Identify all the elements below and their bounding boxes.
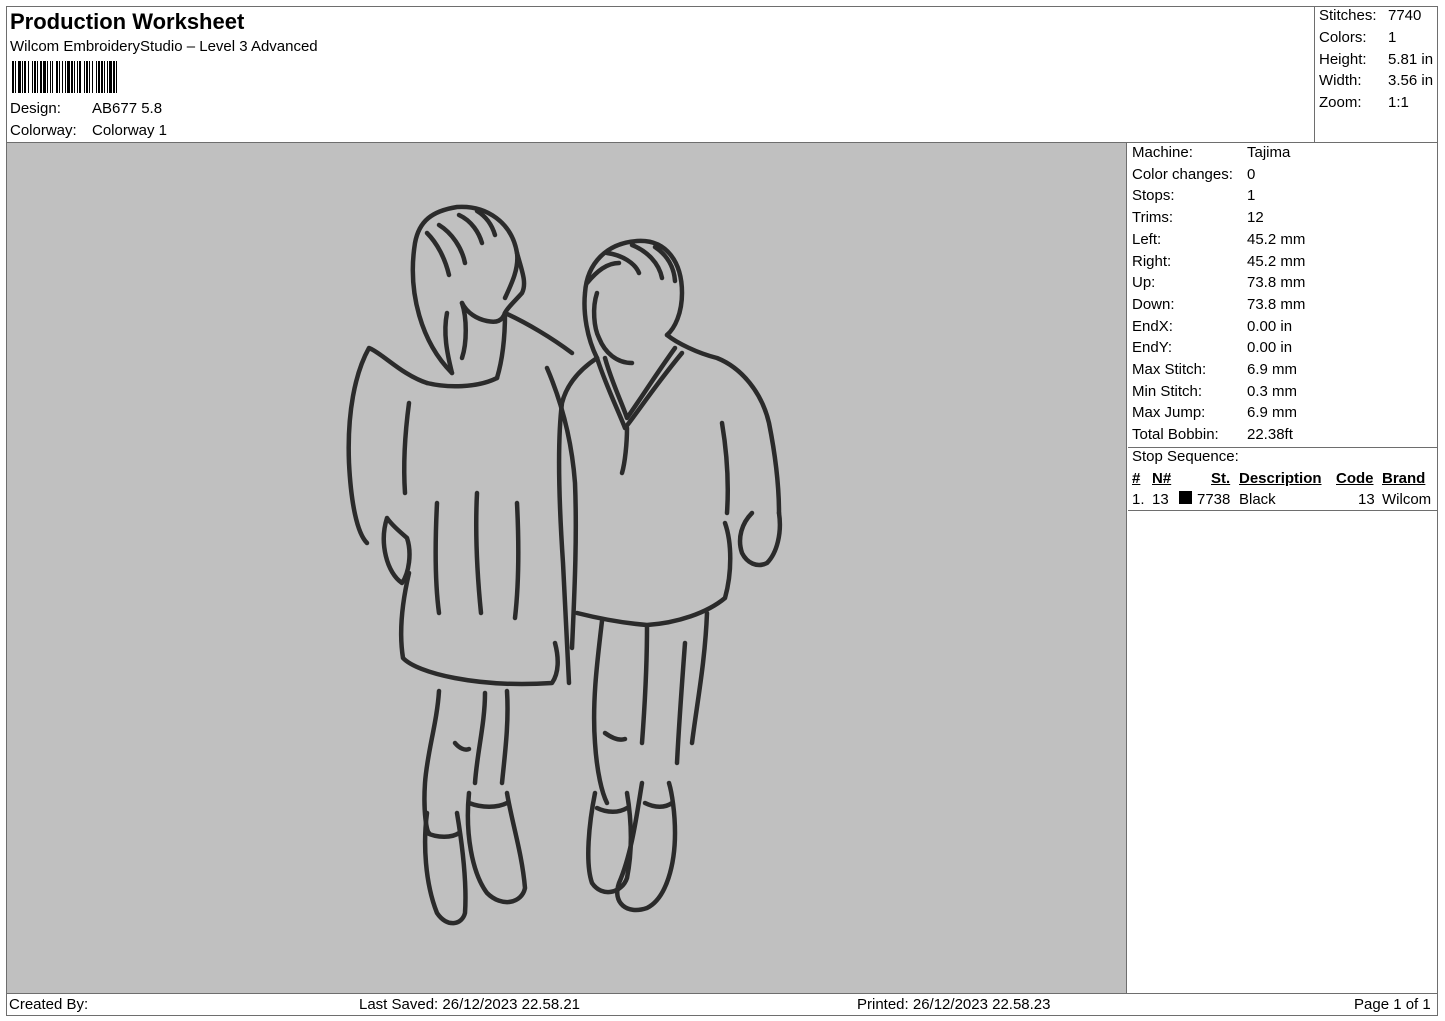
page-number: Page 1 of 1 [1354, 996, 1431, 1013]
stop-sequence-panel: Stop Sequence: # N# St. Description Code… [1128, 448, 1438, 511]
machine-info-label: Stops: [1132, 187, 1175, 205]
machine-info-row: Right: 45.2 mm [1132, 253, 1432, 273]
row-brand: Wilcom [1382, 491, 1432, 508]
height-value: 5.81 in [1388, 51, 1434, 68]
design-preview [7, 143, 1127, 993]
machine-info-value: 73.8 mm [1247, 274, 1306, 292]
col-needle-header: N# [1152, 470, 1172, 487]
zoom-row: Zoom: 1:1 [1319, 94, 1439, 114]
barcode-image [12, 61, 200, 93]
machine-info-label: Min Stitch: [1132, 382, 1203, 400]
machine-info-row: Color changes: 0 [1132, 166, 1432, 186]
col-brand-header: Brand [1382, 470, 1426, 487]
width-label: Width: [1319, 72, 1362, 89]
machine-info-value: 0.00 in [1247, 339, 1293, 357]
machine-info-row: Up: 73.8 mm [1132, 274, 1432, 294]
machine-info-value: 45.2 mm [1247, 230, 1306, 248]
colors-row: Colors: 1 [1319, 29, 1439, 49]
height-row: Height: 5.81 in [1319, 51, 1439, 71]
machine-info-label: Right: [1132, 252, 1172, 270]
machine-info-row: Min Stitch: 0.3 mm [1132, 383, 1432, 403]
machine-info-row: Left: 45.2 mm [1132, 231, 1432, 251]
machine-info-row: EndX: 0.00 in [1132, 318, 1432, 338]
colors-value: 1 [1388, 29, 1397, 46]
zoom-value: 1:1 [1388, 94, 1409, 111]
row-description: Black [1239, 491, 1276, 508]
machine-info-row: Total Bobbin: 22.38ft [1132, 426, 1432, 446]
worksheet-footer: Created By: Last Saved: 26/12/2023 22.58… [6, 993, 1438, 1016]
machine-info-value: 45.2 mm [1247, 252, 1306, 270]
design-value: AB677 5.8 [92, 100, 163, 117]
stitches-value: 7740 [1388, 7, 1422, 24]
worksheet-header: Production Worksheet Wilcom EmbroiderySt… [6, 6, 1315, 143]
machine-info-row: Max Stitch: 6.9 mm [1132, 361, 1432, 381]
row-code: 13 [1358, 491, 1375, 508]
stop-sequence-label: Stop Sequence: [1132, 448, 1239, 465]
machine-info-label: Left: [1132, 230, 1162, 248]
col-code-header: Code [1336, 470, 1374, 487]
machine-info-label: EndX: [1132, 317, 1173, 335]
created-by: Created By: [9, 996, 89, 1013]
row-index: 1. [1132, 491, 1145, 508]
embroidery-design-outline [346, 204, 783, 926]
machine-info-label: Max Stitch: [1132, 361, 1207, 378]
machine-info-label: Machine: [1132, 144, 1193, 161]
printed-date: Printed: 26/12/2023 22.58.23 [857, 996, 1051, 1013]
zoom-label: Zoom: [1319, 94, 1362, 111]
colorway-label: Colorway: [10, 122, 77, 139]
stitches-row: Stitches: 7740 [1319, 7, 1439, 27]
design-row: Design: AB677 5.8 [10, 100, 310, 120]
machine-info-value: 0.00 in [1247, 317, 1293, 335]
machine-info-value: 12 [1247, 209, 1264, 227]
machine-info-row: EndY: 0.00 in [1132, 339, 1432, 359]
software-subtitle: Wilcom EmbroideryStudio – Level 3 Advanc… [10, 38, 318, 55]
machine-info-value: 0 [1247, 165, 1256, 183]
machine-info-value: 22.38ft [1247, 426, 1293, 444]
design-label: Design: [10, 100, 61, 117]
machine-info-value: Tajima [1247, 144, 1291, 161]
machine-info-row: Trims: 12 [1132, 209, 1432, 229]
width-row: Width: 3.56 in [1319, 72, 1439, 92]
machine-info-panel: Machine: Tajima Color changes: 0 Stops: 1 Trim… [1128, 143, 1438, 448]
machine-info-label: Color changes: [1132, 165, 1233, 183]
colors-label: Colors: [1319, 29, 1367, 46]
col-stitches-header: St. [1211, 470, 1231, 487]
color-swatch [1179, 491, 1192, 504]
machine-info-row: Down: 73.8 mm [1132, 296, 1432, 316]
machine-info-label: Max Jump: [1132, 404, 1206, 422]
machine-info-label: Down: [1132, 295, 1175, 313]
last-saved: Last Saved: 26/12/2023 22.58.21 [359, 996, 581, 1013]
machine-info-label: Trims: [1132, 209, 1174, 227]
colorway-value: Colorway 1 [92, 122, 168, 139]
height-label: Height: [1319, 51, 1367, 68]
summary-box: Stitches: 7740 Colors: 1 Height: 5.81 in… [1314, 6, 1438, 143]
machine-info-value: 73.8 mm [1247, 295, 1306, 313]
page-title: Production Worksheet [10, 9, 245, 34]
col-description-header: Description [1239, 470, 1322, 487]
machine-info-value: 6.9 mm [1247, 361, 1298, 378]
machine-info-row: Max Jump: 6.9 mm [1132, 404, 1432, 424]
machine-info-label: Up: [1132, 274, 1156, 292]
row-stitches: 7738 [1197, 491, 1231, 508]
machine-info-label: EndY: [1132, 339, 1173, 357]
width-value: 3.56 in [1388, 72, 1434, 89]
col-index-header: # [1132, 470, 1141, 487]
stitches-label: Stitches: [1319, 7, 1377, 24]
machine-info-label: Total Bobbin: [1132, 426, 1219, 444]
machine-info-row: Stops: 1 [1132, 187, 1432, 207]
machine-info-row: Machine: Tajima [1132, 144, 1432, 164]
row-needle: 13 [1152, 491, 1169, 508]
machine-info-value: 0.3 mm [1247, 382, 1298, 400]
machine-info-value: 1 [1247, 187, 1256, 205]
colorway-row: Colorway: Colorway 1 [10, 122, 310, 142]
machine-info-value: 6.9 mm [1247, 404, 1298, 422]
